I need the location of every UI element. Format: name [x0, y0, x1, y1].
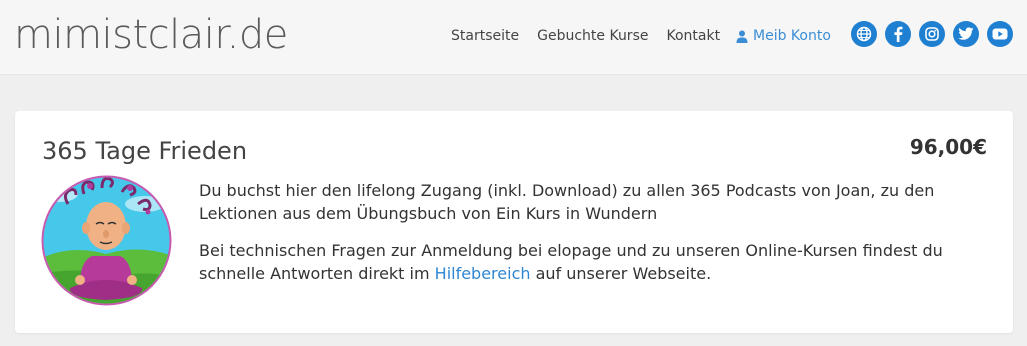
course-illustration	[41, 175, 172, 306]
nav-kontakt[interactable]: Kontakt	[666, 26, 720, 46]
site-logo[interactable]: mimistclair.de	[14, 10, 288, 60]
nav-gebuchte-kurse[interactable]: Gebuchte Kurse	[537, 26, 648, 46]
account-link[interactable]: Meib Konto	[736, 26, 831, 46]
main-nav: Startseite Gebuchte Kurse Kontakt	[451, 26, 738, 46]
description-paragraph-2: Bei technischen Fragen zur Anmeldung bei…	[199, 239, 979, 285]
globe-icon[interactable]	[851, 21, 877, 47]
account-label: Meib Konto	[753, 28, 831, 44]
nav-startseite[interactable]: Startseite	[451, 26, 519, 46]
product-price: 96,00€	[909, 135, 987, 159]
facebook-icon[interactable]	[885, 21, 911, 47]
paragraph-2-text-after: auf unserer Webseite.	[530, 264, 712, 283]
product-title: 365 Tage Frieden	[42, 137, 248, 165]
help-area-link[interactable]: Hilfebereich	[435, 264, 531, 283]
site-header: mimistclair.de Startseite Gebuchte Kurse…	[0, 0, 1027, 75]
user-icon	[736, 30, 748, 43]
instagram-icon[interactable]	[919, 21, 945, 47]
twitter-icon[interactable]	[953, 21, 979, 47]
description-paragraph-1: Du buchst hier den lifelong Zugang (inkl…	[199, 181, 935, 223]
social-links	[851, 21, 1021, 47]
product-card: 365 Tage Frieden 96,00€ Du buchst hier d…	[15, 111, 1013, 333]
product-description: Du buchst hier den lifelong Zugang (inkl…	[199, 179, 979, 299]
youtube-icon[interactable]	[987, 21, 1013, 47]
